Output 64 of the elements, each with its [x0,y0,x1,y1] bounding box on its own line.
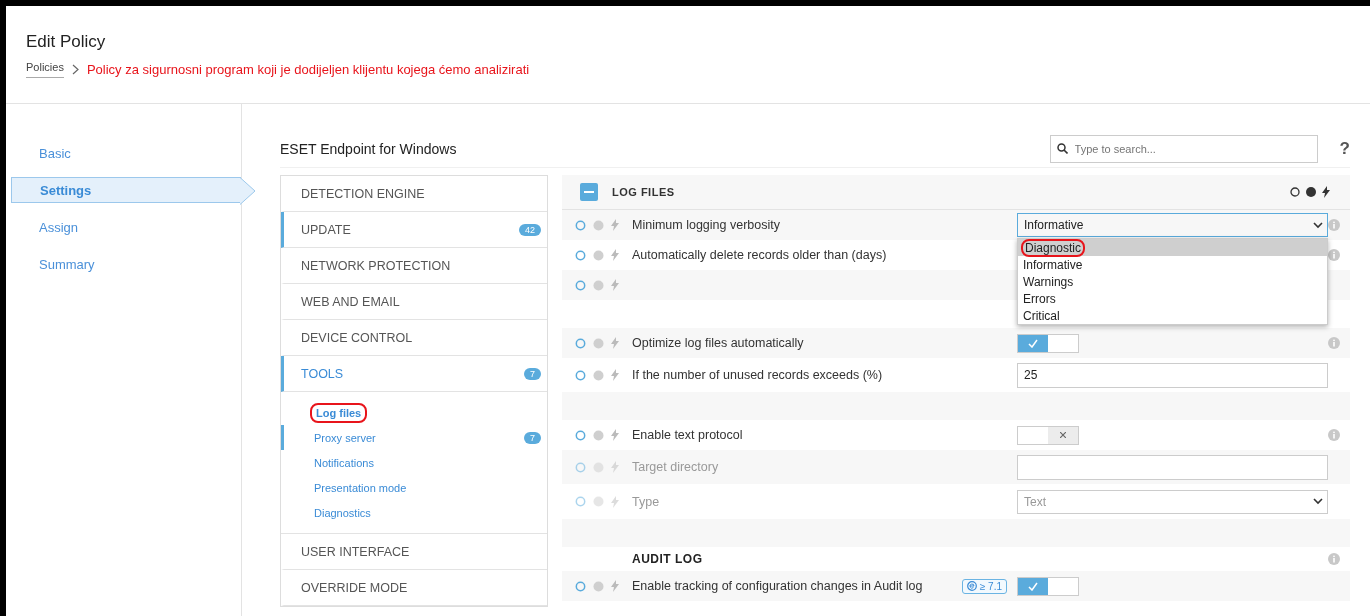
help-button[interactable]: ? [1339,138,1350,159]
version-badge: ≥ 7.1 [961,578,1007,594]
category-item[interactable]: OVERRIDE MODE [281,570,547,606]
breadcrumb-link[interactable]: Policies [26,61,64,78]
option-label: Warnings [1022,274,1075,289]
product-title: ESET Endpoint for Windows [280,140,458,157]
subcategory-link[interactable]: Diagnostics [310,504,375,521]
check-icon [1028,581,1038,591]
chevron-right-icon [71,64,79,75]
toggle-switch[interactable] [1017,333,1079,353]
category-item[interactable]: USER INTERFACE [281,534,547,570]
option-label: Informative [1022,257,1084,272]
section-subheading: AUDIT LOG [632,552,704,566]
search-field[interactable]: Type to search... [1049,134,1318,163]
subcategory-link[interactable]: Presentation mode [310,479,411,496]
search-icon [1056,142,1068,154]
setting-label: Optimize log files automatically [632,336,805,350]
info-icon[interactable] [1328,219,1340,231]
count-badge: 7 [524,367,541,380]
cross-icon [1060,432,1066,438]
dropdown-option[interactable]: Informative [1018,256,1327,273]
info-icon[interactable] [1328,249,1340,261]
toggle-switch[interactable] [1017,576,1079,596]
option-label: Errors [1022,291,1057,306]
subcategory-link[interactable]: Notifications [310,454,378,471]
setting-label: Type [632,494,661,509]
info-icon[interactable] [1328,429,1340,441]
dropdown-select[interactable]: Informative [1017,213,1328,237]
input-field[interactable]: 25 [1017,362,1328,388]
subcategory-link[interactable]: Proxy server [310,429,380,446]
dropdown-option[interactable]: Warnings [1018,273,1327,290]
category-item[interactable]: NETWORK PROTECTION [281,248,547,284]
default-setting-icon[interactable] [1290,187,1300,197]
dropdown-option[interactable]: Diagnostic [1018,239,1327,256]
info-icon[interactable] [1328,337,1340,349]
setting-label: Target directory [632,460,720,474]
section-title: LOG FILES [612,186,676,198]
category-item[interactable]: TOOLS 7 [281,356,547,392]
category-item[interactable]: DEVICE CONTROL [281,320,547,356]
page-title: Edit Policy [26,32,107,52]
info-icon[interactable] [1328,553,1340,565]
chevron-down-icon [1313,498,1323,505]
count-badge: 42 [519,223,541,236]
category-item[interactable]: DETECTION ENGINE [281,176,547,212]
count-badge: 7 [524,431,541,444]
option-label: Critical [1022,308,1061,323]
force-setting-icon[interactable] [1322,186,1330,198]
check-icon [1028,338,1038,348]
setting-label: Automatically delete records older than (days) [632,248,888,262]
setting-label: Minimum logging verbosity [632,218,781,232]
dropdown-option[interactable]: Errors [1018,290,1327,307]
breadcrumb-current: Policy za sigurnosni program koji je dodijeljen klijentu kojega ćemo analizirati [86,62,530,77]
apply-setting-icon[interactable] [1306,187,1316,197]
setting-label: If the number of unused records exceeds (%) [632,368,884,382]
collapse-button[interactable] [580,183,598,201]
category-item[interactable]: WEB AND EMAIL [281,284,547,320]
nav-item[interactable]: Assign [11,214,241,240]
setting-label: Enable tracking of configuration changes in Audit log [632,579,924,593]
dropdown-option[interactable]: Critical [1018,307,1327,324]
subcategory-link[interactable]: Log files [310,402,368,423]
chevron-down-icon [1313,221,1323,229]
category-item[interactable]: UPDATE 42 [281,212,547,248]
setting-label: Enable text protocol [632,428,744,442]
toggle-switch[interactable] [1017,425,1079,445]
